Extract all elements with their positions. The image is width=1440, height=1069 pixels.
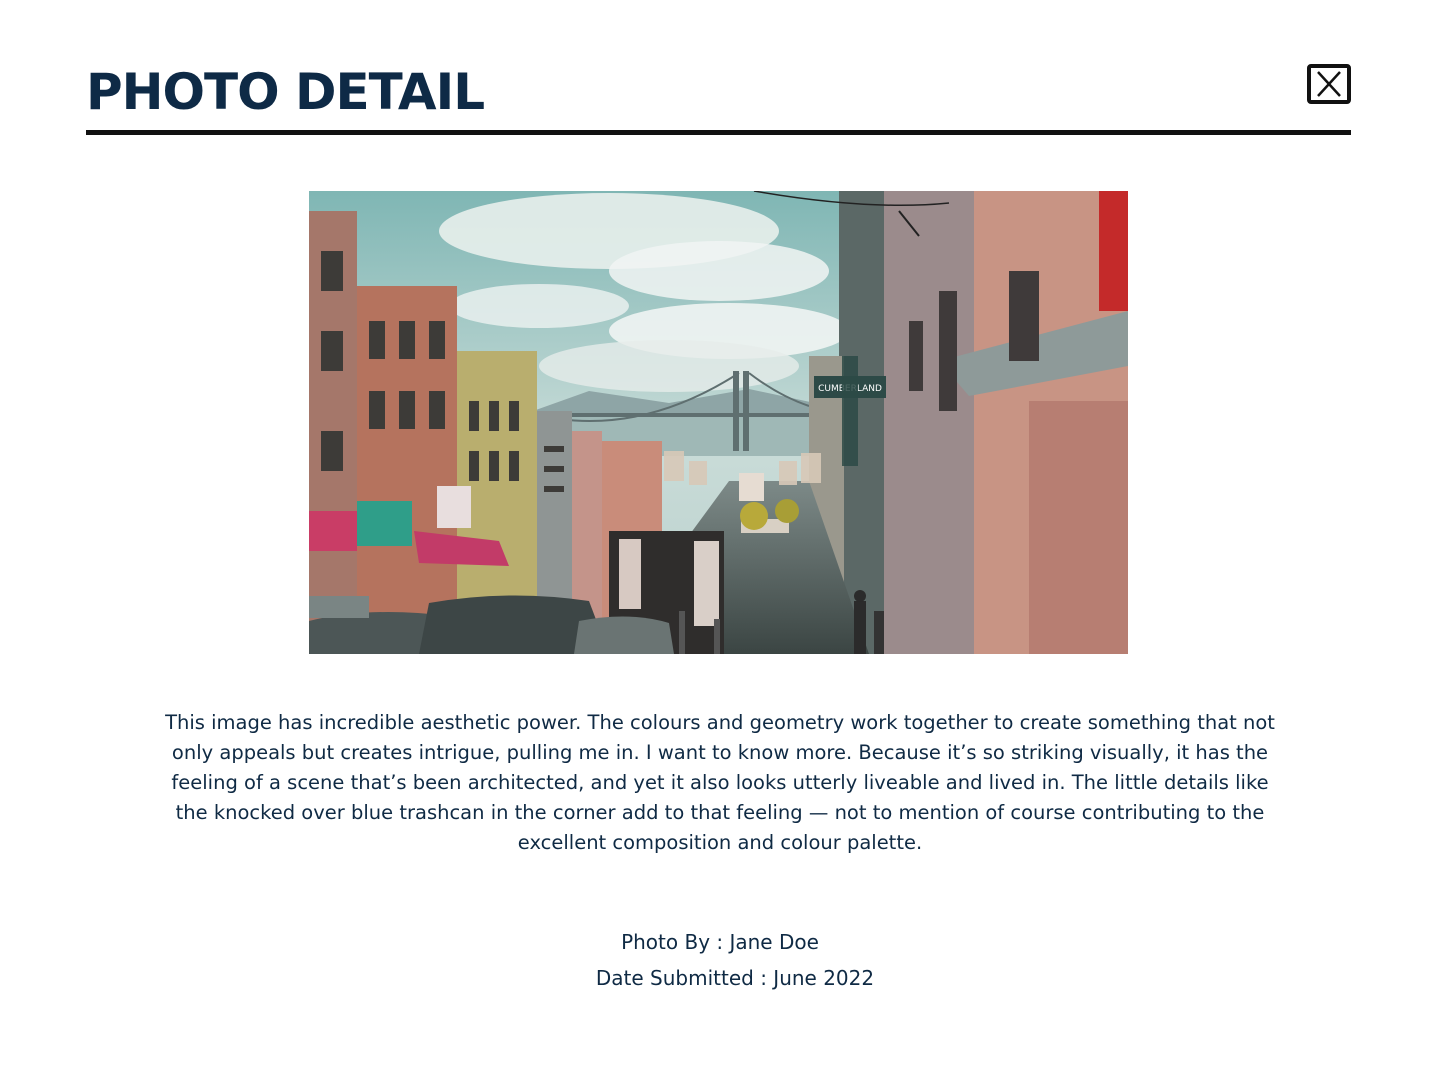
page-header: PHOTO DETAIL bbox=[86, 60, 1351, 136]
photo-description: This image has incredible aesthetic powe… bbox=[165, 711, 1275, 854]
header-divider bbox=[86, 130, 1351, 135]
close-button[interactable] bbox=[1307, 64, 1351, 104]
page-title: PHOTO DETAIL bbox=[86, 63, 485, 121]
photo-author: Photo By : Jane Doe bbox=[621, 930, 819, 954]
date-submitted: Date Submitted : June 2022 bbox=[595, 966, 875, 990]
close-x-icon bbox=[1317, 71, 1341, 97]
photo-image: CUMBERLAND bbox=[309, 191, 1128, 654]
